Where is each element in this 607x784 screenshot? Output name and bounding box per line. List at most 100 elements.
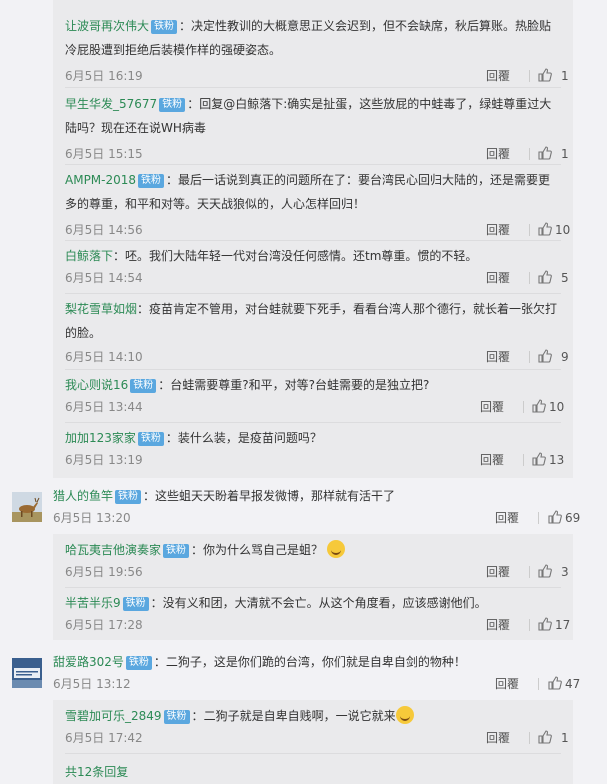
reply-button[interactable]: 回覆 [486,144,510,164]
timestamp: 6月5日 14:56 [65,223,143,237]
thumbs-up-icon[interactable] [538,68,552,82]
colon: ： [158,378,171,392]
like-count: 9 [561,350,569,364]
colon: ： [166,173,179,187]
divider [65,587,561,588]
like-count: 1 [561,147,569,161]
divider [529,351,530,363]
reply-text: 台蛙需要尊重?和平，对等?台蛙需要的是独立把? [170,378,430,392]
username-link[interactable]: 梨花雪草如烟 [65,302,137,316]
comment-text: 二狗子，这是你们跪的台湾，你们就是自卑自剑的物种！ [165,655,466,669]
fan-badge[interactable]: 铁粉 [137,432,164,446]
like-count: 69 [565,511,581,525]
divider [65,753,561,754]
reply-button[interactable]: 回覆 [480,450,504,470]
thumbs-up-icon[interactable] [538,349,552,363]
like-count: 10 [555,223,571,237]
comment-text: 这些蛆天天盼着早报发微博，那样就有活干了 [155,489,396,503]
reply-button[interactable]: 回覆 [495,674,519,694]
username-link[interactable]: 早生华发_57677 [65,97,157,111]
fan-badge[interactable]: 铁粉 [115,490,142,504]
timestamp: 6月5日 13:19 [65,453,143,467]
reply-text: 装什么装，是疫苗问题吗？ [177,431,322,445]
reply-button[interactable]: 回覆 [480,397,504,417]
fan-badge[interactable]: 铁粉 [122,597,149,611]
thumbs-up-icon[interactable] [538,730,552,744]
reply-text: 你为什么骂自己是蛆？ [203,543,324,557]
divider [529,224,530,236]
divider [529,70,530,82]
colon: ： [191,543,204,557]
colon: ： [187,97,200,111]
fan-badge[interactable]: 铁粉 [163,710,190,724]
username-link[interactable]: AMPM-2018 [65,173,136,187]
divider [529,272,530,284]
reply-item: 雪碧加可乐_2849 铁粉 ：二狗子就是自卑自贱啊，一说它就来 6月5日 17:42… [53,704,573,748]
username-link[interactable]: 雪碧加可乐_2849 [65,709,162,723]
avatar[interactable] [12,492,42,522]
reply-button[interactable]: 回覆 [486,615,510,635]
reply-button[interactable]: 回覆 [495,508,519,528]
timestamp: 6月5日 14:10 [65,350,143,364]
reply-item: 我心则说16 铁粉 ：台蛙需要尊重?和平，对等?台蛙需要的是独立把? 6月5日 13… [53,373,573,417]
reply-item: 让波哥再次伟大 铁粉 ：决定性教训的大概意思正义会迟到，但不会缺席，秋后算账。热脸贴… [53,14,573,86]
thumbs-up-icon[interactable] [538,222,552,236]
like-count: 1 [561,69,569,83]
divider [529,566,530,578]
fan-badge[interactable]: 铁粉 [125,656,152,670]
reply-button[interactable]: 回覆 [486,220,510,240]
divider [523,401,524,413]
avatar[interactable] [12,658,42,688]
fan-badge[interactable]: 铁粉 [163,544,190,558]
username-link[interactable]: 让波哥再次伟大 [65,19,149,33]
thumbs-up-icon[interactable] [548,510,562,524]
reply-button[interactable]: 回覆 [486,728,510,748]
thumbs-up-icon[interactable] [538,146,552,160]
username-link[interactable]: 我心则说16 [65,378,128,392]
reply-button[interactable]: 回覆 [486,268,510,288]
thumbs-up-icon[interactable] [538,564,552,578]
thumbs-up-icon[interactable] [532,399,546,413]
timestamp: 6月5日 15:15 [65,147,143,161]
reply-text: 没有义和团，大清就不会亡。从这个角度看，应该感谢他们。 [162,596,487,610]
reply-button[interactable]: 回覆 [486,562,510,582]
divider [65,293,561,294]
fan-badge[interactable]: 铁粉 [138,174,165,188]
smiling-face-icon [326,540,345,558]
username-link[interactable]: 猎人的鱼竿 [53,489,113,503]
colon: ： [179,19,192,33]
timestamp: 6月5日 13:12 [53,677,131,691]
like-count: 13 [549,453,565,467]
colon: ： [150,596,163,610]
reply-panel-2: 哈瓦夷吉他演奏家 铁粉 ：你为什么骂自己是蛆？ 6月5日 19:56 回覆 3 半苦… [53,534,573,640]
thumbs-up-icon[interactable] [538,617,552,631]
colon: ： [153,655,166,669]
fan-badge[interactable]: 铁粉 [151,20,178,34]
thumbs-up-icon[interactable] [532,452,546,466]
reply-text: 二狗子就是自卑自贱啊，一说它就来 [203,709,396,723]
username-link[interactable]: 哈瓦夷吉他演奏家 [65,543,161,557]
divider [65,240,561,241]
fan-badge[interactable]: 铁粉 [159,98,186,112]
username-link[interactable]: 加加123家家 [65,431,136,445]
thumbs-up-icon[interactable] [538,270,552,284]
timestamp: 6月5日 13:44 [65,400,143,414]
like-count: 47 [565,677,581,691]
street-sign-avatar-icon [12,658,42,688]
reply-panel-3: 雪碧加可乐_2849 铁粉 ：二狗子就是自卑自贱啊，一说它就来 6月5日 17:42… [53,700,573,784]
username-link[interactable]: 白鲸落下 [65,249,113,263]
like-count: 5 [561,271,569,285]
username-link[interactable]: 半苦半乐9 [65,596,121,610]
username-link[interactable]: 甜爱路302号 [53,655,124,669]
divider [529,619,530,631]
reply-button[interactable]: 回覆 [486,347,510,367]
divider [65,164,561,165]
fan-badge[interactable]: 铁粉 [130,379,157,393]
laughing-face-icon [395,706,414,724]
thumbs-up-icon[interactable] [548,676,562,690]
colon: ： [191,709,204,723]
reply-button[interactable]: 回覆 [486,66,510,86]
divider [529,732,530,744]
view-all-replies-link[interactable]: 共12条回复 [65,763,128,780]
divider [538,512,539,524]
